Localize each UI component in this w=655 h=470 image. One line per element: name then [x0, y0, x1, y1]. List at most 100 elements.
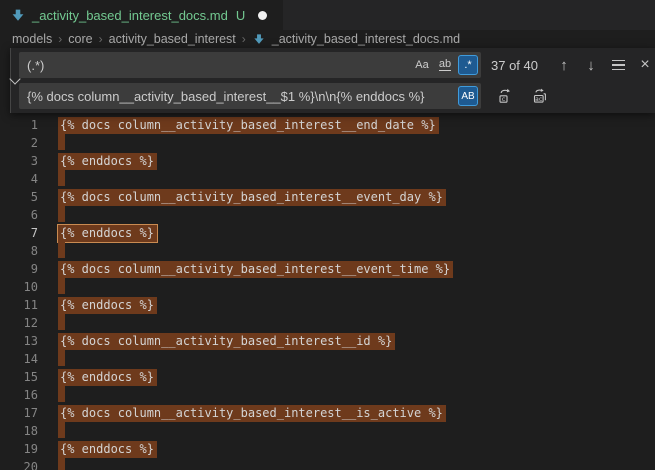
next-match-button[interactable]: ↓ [580, 54, 602, 76]
code-text[interactable]: {% docs column__activity_based_interest_… [60, 333, 395, 350]
code-text[interactable]: {% docs column__activity_based_interest_… [60, 117, 439, 134]
editor-line[interactable]: 14 [0, 350, 655, 368]
line-number[interactable]: 9 [0, 262, 38, 276]
editor-line[interactable]: 9 {% docs column__activity_based_interes… [0, 260, 655, 278]
markdown-icon [252, 32, 266, 46]
whole-word-toggle[interactable]: ab [435, 55, 455, 75]
code-text[interactable] [60, 421, 65, 441]
code-text[interactable]: {% docs column__activity_based_interest_… [60, 261, 453, 278]
editor-line[interactable]: 1 {% docs column__activity_based_interes… [0, 116, 655, 134]
code-text[interactable]: {% enddocs %} [60, 369, 157, 386]
code-text[interactable] [60, 457, 65, 470]
line-number[interactable]: 15 [0, 370, 38, 384]
code-text[interactable] [60, 169, 65, 189]
editor-line[interactable]: 7 {% enddocs %} [0, 224, 655, 242]
code-text[interactable] [60, 277, 65, 297]
breadcrumb-item-core[interactable]: core [68, 32, 92, 46]
chevron-right-icon: › [242, 32, 246, 46]
editor-line[interactable]: 20 [0, 458, 655, 470]
match-case-toggle[interactable]: Aa [412, 55, 432, 75]
line-number[interactable]: 16 [0, 388, 38, 402]
tab-filename: _activity_based_interest_docs.md [32, 8, 228, 23]
editor-line[interactable]: 2 [0, 134, 655, 152]
line-number[interactable]: 18 [0, 424, 38, 438]
find-match: {% docs column__activity_based_interest_… [58, 189, 446, 206]
editor-line[interactable]: 12 [0, 314, 655, 332]
tab-active[interactable]: _activity_based_interest_docs.md U [0, 0, 283, 30]
editor: 1 {% docs column__activity_based_interes… [0, 116, 655, 470]
close-find-button[interactable]: × [634, 54, 655, 76]
find-match: {% docs column__activity_based_interest_… [58, 405, 446, 422]
code-text[interactable] [60, 385, 65, 405]
code-text[interactable] [60, 241, 65, 261]
code-text[interactable] [60, 133, 65, 153]
find-in-selection-button[interactable] [607, 54, 629, 76]
toggle-replace-button[interactable] [11, 48, 19, 113]
code-text[interactable] [60, 205, 65, 225]
find-match: {% docs column__activity_based_interest_… [58, 117, 439, 134]
editor-line[interactable]: 13 {% docs column__activity_based_intere… [0, 332, 655, 350]
code-text[interactable]: {% enddocs %} [60, 153, 157, 170]
line-number[interactable]: 14 [0, 352, 38, 366]
breadcrumb-file[interactable]: _activity_based_interest_docs.md [272, 32, 460, 46]
editor-line[interactable]: 6 [0, 206, 655, 224]
editor-line[interactable]: 4 [0, 170, 655, 188]
replace-icon: c [498, 88, 514, 104]
line-number[interactable]: 17 [0, 406, 38, 420]
chevron-right-icon: › [99, 32, 103, 46]
vscode-window: { "tab": { "filename": "_activity_based_… [0, 0, 655, 470]
breadcrumb-item-models[interactable]: models [12, 32, 52, 46]
line-number[interactable]: 19 [0, 442, 38, 456]
breadcrumb: models › core › activity_based_interest … [0, 30, 655, 48]
tab-bar: _activity_based_interest_docs.md U [0, 0, 655, 30]
find-match [58, 313, 65, 330]
find-input[interactable] [27, 58, 412, 73]
code-text[interactable]: {% enddocs %} [60, 441, 157, 458]
find-match [58, 349, 65, 366]
breadcrumb-item-activity-based-interest[interactable]: activity_based_interest [109, 32, 236, 46]
line-number[interactable]: 11 [0, 298, 38, 312]
line-number[interactable]: 20 [0, 460, 38, 470]
replace-input[interactable] [27, 89, 458, 104]
line-number[interactable]: 7 [0, 226, 38, 240]
editor-line[interactable]: 16 [0, 386, 655, 404]
code-text[interactable]: {% enddocs %} [60, 225, 157, 242]
replace-all-button[interactable]: ac [530, 85, 552, 107]
editor-line[interactable]: 8 [0, 242, 655, 260]
editor-line[interactable]: 19 {% enddocs %} [0, 440, 655, 458]
line-number[interactable]: 12 [0, 316, 38, 330]
preserve-case-toggle[interactable]: AB [458, 86, 478, 106]
line-number[interactable]: 3 [0, 154, 38, 168]
line-number[interactable]: 10 [0, 280, 38, 294]
line-number[interactable]: 5 [0, 190, 38, 204]
replace-button[interactable]: c [495, 85, 517, 107]
editor-line[interactable]: 18 [0, 422, 655, 440]
replace-input-box: AB [19, 83, 481, 109]
svg-text:c: c [502, 95, 506, 103]
editor-line[interactable]: 5 {% docs column__activity_based_interes… [0, 188, 655, 206]
line-number[interactable]: 4 [0, 172, 38, 186]
line-number[interactable]: 8 [0, 244, 38, 258]
regex-toggle[interactable]: .* [458, 55, 478, 75]
code-text[interactable] [60, 349, 65, 369]
editor-line[interactable]: 15 {% enddocs %} [0, 368, 655, 386]
line-number[interactable]: 2 [0, 136, 38, 150]
editor-line[interactable]: 17 {% docs column__activity_based_intere… [0, 404, 655, 422]
line-number[interactable]: 6 [0, 208, 38, 222]
find-match: {% docs column__activity_based_interest_… [58, 261, 453, 278]
editor-line[interactable]: 3 {% enddocs %} [0, 152, 655, 170]
code-text[interactable]: {% enddocs %} [60, 297, 157, 314]
modified-dot-icon[interactable] [258, 11, 267, 20]
previous-match-button[interactable]: ↑ [553, 54, 575, 76]
chevron-right-icon: › [58, 32, 62, 46]
find-match: {% enddocs %} [58, 153, 157, 170]
code-text[interactable] [60, 313, 65, 333]
line-number[interactable]: 13 [0, 334, 38, 348]
find-input-box: Aa ab .* [19, 52, 481, 78]
selection-icon [612, 60, 625, 70]
editor-line[interactable]: 10 [0, 278, 655, 296]
code-text[interactable]: {% docs column__activity_based_interest_… [60, 189, 446, 206]
line-number[interactable]: 1 [0, 118, 38, 132]
code-text[interactable]: {% docs column__activity_based_interest_… [60, 405, 446, 422]
editor-line[interactable]: 11 {% enddocs %} [0, 296, 655, 314]
